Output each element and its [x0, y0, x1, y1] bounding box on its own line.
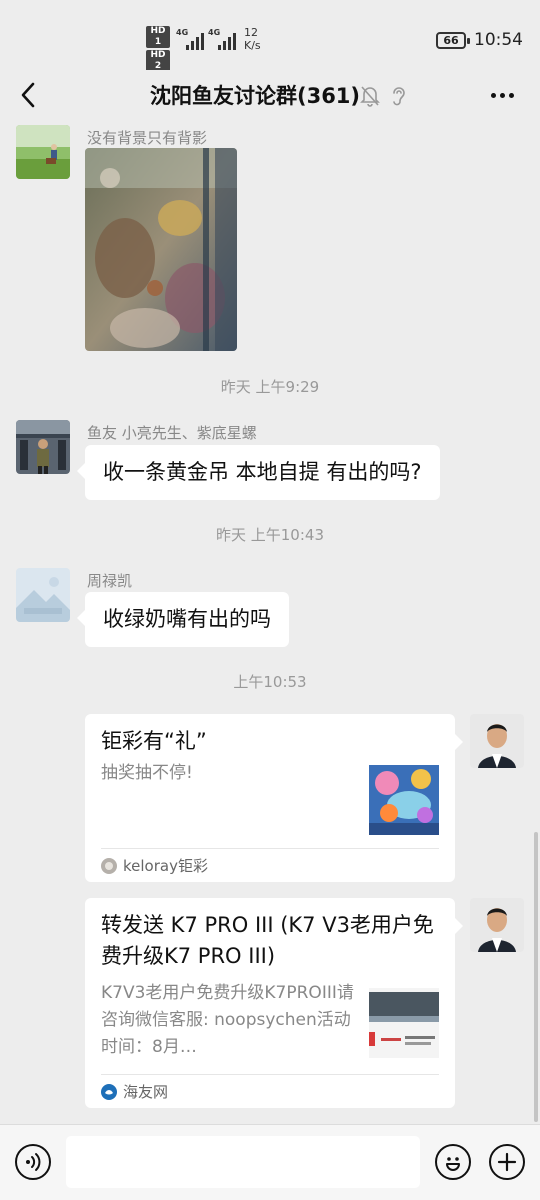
message-input[interactable]	[66, 1136, 420, 1188]
voice-icon	[26, 1153, 41, 1171]
card-source-label: 海友网	[123, 1083, 169, 1101]
sender-name: 没有背景只有背影	[87, 129, 208, 147]
ear-icon	[393, 87, 405, 106]
card-source-label: keloray钜彩	[123, 857, 208, 875]
hd1-badge: HD 1	[146, 26, 170, 48]
plus-icon	[497, 1152, 517, 1172]
image-message[interactable]	[85, 148, 237, 351]
card-thumbnail	[369, 765, 439, 835]
scrollbar[interactable]	[534, 832, 538, 1122]
input-bar	[0, 1124, 540, 1200]
more-functions-button[interactable]	[489, 1144, 525, 1180]
voice-button[interactable]	[15, 1144, 51, 1180]
message-bubble[interactable]: 收一条黄金吊 本地自提 有出的吗?	[77, 445, 440, 500]
chat-title: 沈阳鱼友讨论群(361)	[149, 84, 361, 108]
card-source: keloray钜彩	[101, 855, 208, 876]
avatar[interactable]	[470, 898, 524, 952]
card-thumbnail	[369, 988, 439, 1058]
emoji-icon	[446, 1157, 460, 1171]
speed-value: 12	[244, 26, 258, 39]
signal-2-icon: 4G	[208, 28, 238, 50]
card-divider	[101, 848, 439, 849]
timestamp: 昨天 上午10:43	[216, 526, 324, 544]
card-description: K7V3老用户免费升级K7PROIII请咨询微信客服: noopsychen活动…	[101, 983, 354, 1057]
clock: 10:54	[474, 30, 523, 50]
card-title: 转发送 K7 PRO III (K7 V3老用户免费升级K7 PRO III)	[101, 913, 434, 968]
chat-header: 沈阳鱼友讨论群(361)	[0, 70, 540, 122]
message-bubble[interactable]: 收绿奶嘴有出的吗	[77, 592, 289, 647]
more-icon	[490, 92, 496, 98]
shared-link-card[interactable]: 钜彩有“礼” 抽奖抽不停! keloray钜彩	[85, 714, 463, 882]
card-source: 海友网	[101, 1081, 168, 1102]
source-logo-icon	[101, 1083, 117, 1100]
card-title: 钜彩有“礼”	[101, 729, 207, 753]
net1-label: 4G	[176, 28, 189, 37]
hd-indicator: HD 1 HD 2	[146, 26, 172, 74]
timestamp: 上午10:53	[233, 673, 307, 691]
speed-unit: K/s	[244, 39, 261, 52]
source-logo-icon	[101, 857, 117, 874]
status-bar: HD 1 HD 2 4G 4G 12 K/s 66 10:54	[0, 0, 540, 72]
emoji-button[interactable]	[435, 1144, 471, 1180]
battery-level: 66	[443, 34, 459, 47]
sender-name: 周禄凯	[87, 572, 133, 590]
more-button[interactable]	[486, 82, 518, 108]
timestamp: 昨天 上午9:29	[220, 378, 320, 396]
battery-icon: 66	[436, 32, 470, 49]
hd2-badge: HD 2	[146, 50, 170, 72]
signal-1-icon: 4G	[176, 28, 206, 50]
sender-name: 鱼友 小亮先生、紫底星螺	[87, 424, 257, 442]
chat-message-list[interactable]: 没有背景只有背影 昨天 上午9:29 鱼友 小亮先生、紫底星螺 收一条黄金吊 本…	[0, 122, 540, 1124]
mute-bell-icon	[360, 86, 380, 107]
card-description: 抽奖抽不停!	[101, 763, 193, 783]
net2-label: 4G	[208, 28, 221, 37]
avatar[interactable]	[470, 714, 524, 768]
network-speed: 12 K/s	[244, 26, 261, 52]
avatar[interactable]	[16, 125, 70, 179]
card-divider	[101, 1074, 439, 1075]
shared-link-card[interactable]: 转发送 K7 PRO III (K7 V3老用户免费升级K7 PRO III) …	[85, 898, 463, 1108]
avatar[interactable]	[16, 568, 70, 622]
avatar[interactable]	[16, 420, 70, 474]
